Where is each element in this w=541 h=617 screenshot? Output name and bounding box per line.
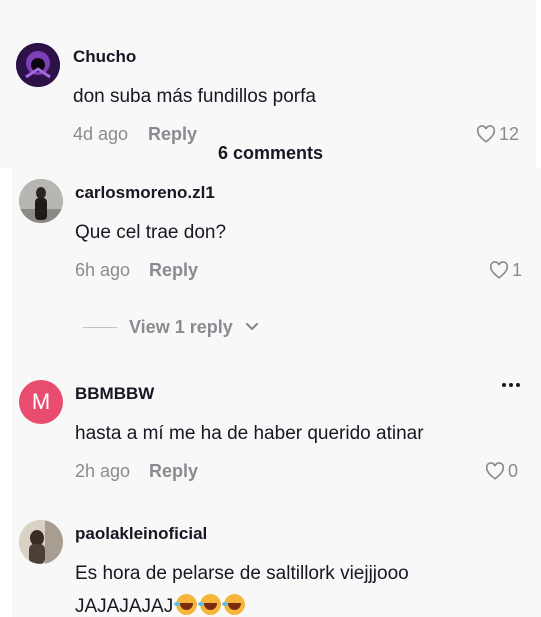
comment-username[interactable]: Chucho bbox=[73, 47, 136, 67]
like-count: 12 bbox=[499, 123, 520, 144]
avatar[interactable] bbox=[19, 520, 63, 564]
avatar[interactable]: M bbox=[19, 380, 63, 424]
clipped-previous-comment-row bbox=[74, 0, 524, 4]
reply-button[interactable]: Reply bbox=[149, 461, 198, 482]
avatar-letter: M bbox=[31, 389, 51, 414]
view-replies-button[interactable]: View 1 reply bbox=[83, 316, 259, 338]
comment-timestamp: 6h ago bbox=[75, 260, 131, 280]
reply-button[interactable]: Reply bbox=[149, 260, 198, 281]
laughing-emoji-icon bbox=[174, 594, 198, 615]
reply-button[interactable]: Reply bbox=[148, 124, 197, 145]
like-button[interactable]: 12 bbox=[476, 123, 519, 145]
avatar-image-icon bbox=[16, 43, 60, 87]
laughing-emoji-icon bbox=[198, 594, 222, 615]
comment-text-fragment: JAJAJAJAJ bbox=[75, 596, 174, 617]
comment-text: hasta a mí me ha de haber querido atinar bbox=[75, 423, 424, 444]
comment-text: Que cel trae don? bbox=[75, 222, 227, 243]
like-button[interactable]: 0 bbox=[485, 460, 518, 482]
comment-text-line-2: JAJAJAJAJ bbox=[75, 594, 246, 617]
comment-username[interactable]: carlosmoreno.zl1 bbox=[75, 183, 215, 203]
comment-text: Es hora de pelarse de saltillork viejjjo… bbox=[75, 563, 409, 584]
avatar[interactable] bbox=[16, 43, 60, 87]
avatar[interactable] bbox=[19, 179, 63, 223]
comment-text: don suba más fundillos porfa bbox=[73, 86, 316, 107]
like-button[interactable]: 1 bbox=[489, 259, 522, 281]
like-count: 0 bbox=[508, 460, 519, 481]
avatar-image-icon bbox=[19, 179, 63, 223]
comment-username[interactable]: paolakleinoficial bbox=[75, 524, 207, 544]
heart-icon bbox=[485, 462, 505, 480]
more-options-icon[interactable] bbox=[502, 380, 522, 390]
comment-timestamp: 4d ago bbox=[73, 124, 129, 144]
heart-icon bbox=[489, 261, 509, 279]
view-replies-label: View 1 reply bbox=[129, 316, 233, 337]
avatar-image-icon bbox=[19, 520, 63, 564]
comment-timestamp: 2h ago bbox=[75, 461, 131, 481]
comment-username[interactable]: BBMBBW bbox=[75, 384, 154, 404]
chevron-down-icon bbox=[245, 322, 258, 331]
like-count: 1 bbox=[512, 259, 523, 280]
heart-icon bbox=[476, 125, 496, 143]
divider-line bbox=[83, 326, 117, 328]
laughing-emoji-icon bbox=[222, 594, 246, 615]
comment-count-title: 6 comments bbox=[217, 143, 324, 163]
